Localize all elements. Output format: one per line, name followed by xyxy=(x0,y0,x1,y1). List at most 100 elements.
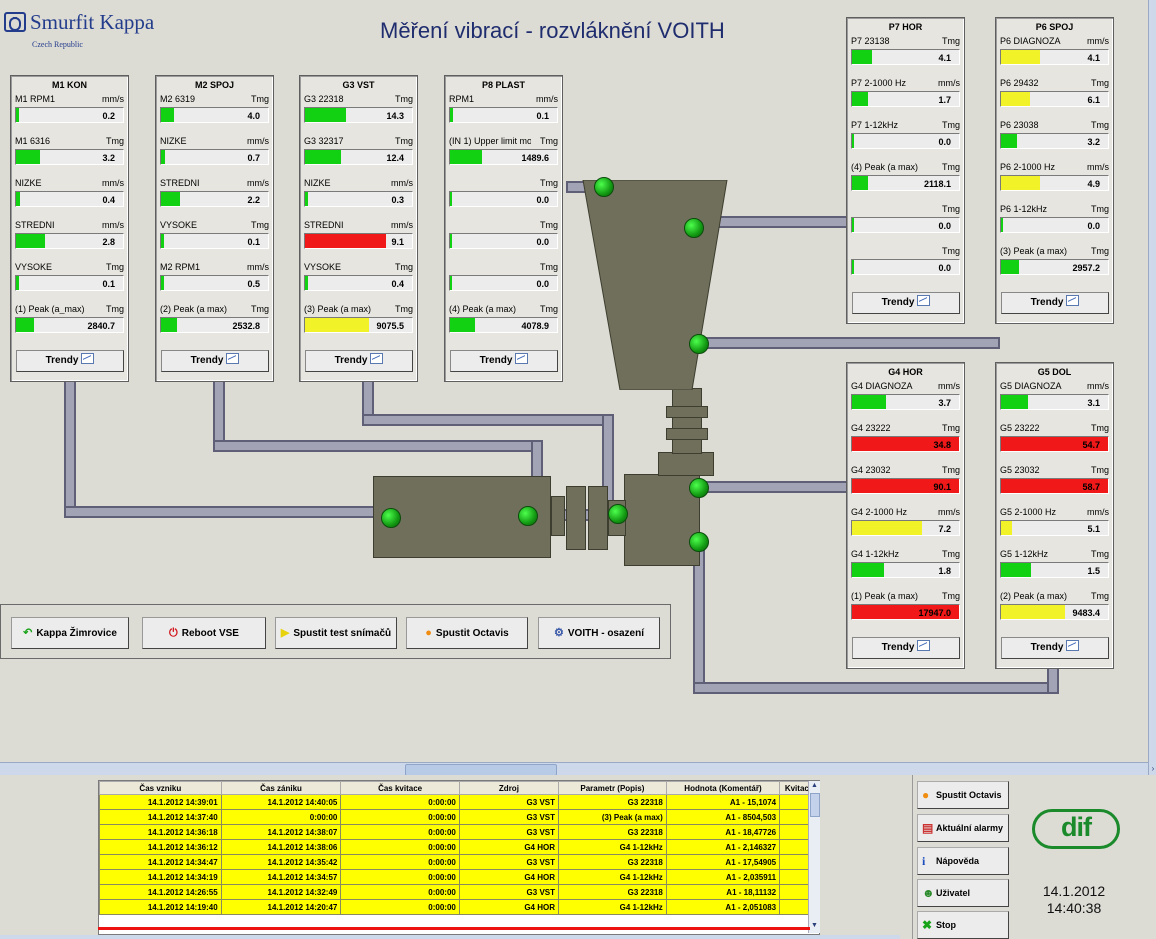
sensor-m1[interactable] xyxy=(381,508,401,528)
measurement-bar[interactable]: 4.9 xyxy=(1000,175,1109,191)
sensor-p8[interactable] xyxy=(594,177,614,197)
uzivatel-button[interactable]: ☻ Uživatel xyxy=(917,879,1009,907)
uzivatel-label: Uživatel xyxy=(936,888,971,898)
measurement-bar[interactable]: 4.1 xyxy=(1000,49,1109,65)
measurement-bar[interactable]: 0.1 xyxy=(15,275,124,291)
measurement-bar[interactable]: 0.7 xyxy=(160,149,269,165)
alarm-table-scroll-thumb[interactable] xyxy=(810,793,820,817)
measurement-bar[interactable]: 3.2 xyxy=(1000,133,1109,149)
trendy-button[interactable]: Trendy xyxy=(16,350,124,372)
measurement-bar[interactable]: 2.8 xyxy=(15,233,124,249)
sensor-g3-shaft[interactable] xyxy=(608,504,628,524)
measurement-bar[interactable]: 0.0 xyxy=(851,217,960,233)
measurement-bar[interactable]: 90.1 xyxy=(851,478,960,494)
side-spustit-octavis-button[interactable]: ● Spustit Octavis xyxy=(917,781,1009,809)
measurement-bar[interactable]: 0.3 xyxy=(304,191,413,207)
trendy-button[interactable]: Trendy xyxy=(161,350,269,372)
vertical-scrollbar[interactable]: › xyxy=(1148,0,1156,775)
measurement-bar[interactable]: 34.8 xyxy=(851,436,960,452)
stop-button[interactable]: ✖ Stop xyxy=(917,911,1009,939)
measurement-bar[interactable]: 0.1 xyxy=(449,107,558,123)
measurement-bar[interactable]: 0.2 xyxy=(15,107,124,123)
alarm-table-scrollbar[interactable]: ▲ ▼ xyxy=(808,781,820,933)
measurement-bar[interactable]: 0.0 xyxy=(449,233,558,249)
horizontal-scrollbar[interactable] xyxy=(0,762,1148,776)
alarm-row[interactable]: 14.1.2012 14:37:40 0:00:00 0:00:00 G3 VST (3… xyxy=(99,809,819,825)
measurement-bar[interactable]: 9483.4 xyxy=(1000,604,1109,620)
measurement-bar[interactable]: 2840.7 xyxy=(15,317,124,333)
measurement-bar[interactable]: 2532.8 xyxy=(160,317,269,333)
measurement-bar[interactable]: 0.0 xyxy=(449,275,558,291)
measurement-bar[interactable]: 9.1 xyxy=(304,233,413,249)
measurement-label: (4) Peak (a max) xyxy=(449,304,517,314)
measurement-bar[interactable]: 0.5 xyxy=(160,275,269,291)
measurement-bar[interactable]: 5.1 xyxy=(1000,520,1109,536)
trendy-button[interactable]: Trendy xyxy=(852,292,960,314)
measurement-bar[interactable]: 0.0 xyxy=(851,133,960,149)
column-header[interactable]: Čas zániku xyxy=(220,781,342,795)
measurement-bar[interactable]: 3.7 xyxy=(851,394,960,410)
measurement-bar[interactable]: 0.0 xyxy=(449,191,558,207)
measurement-bar[interactable]: 4.0 xyxy=(160,107,269,123)
scroll-right-arrow-icon[interactable]: › xyxy=(1149,764,1156,774)
alarm-row[interactable]: 14.1.2012 14:39:01 14.1.2012 14:40:05 0:00… xyxy=(99,794,819,810)
alarm-table-hscroll[interactable] xyxy=(0,935,900,939)
sensor-m2[interactable] xyxy=(518,506,538,526)
measurement-bar[interactable]: 1489.6 xyxy=(449,149,558,165)
column-header[interactable]: Parametr (Popis) xyxy=(558,781,667,795)
measurement-bar[interactable]: 3.1 xyxy=(1000,394,1109,410)
column-header[interactable]: Hodnota (Komentář) xyxy=(665,781,781,795)
scroll-up-icon[interactable]: ▲ xyxy=(809,781,820,791)
measurement-bar[interactable]: 0.1 xyxy=(160,233,269,249)
kappa-zimrovice-button[interactable]: ↶ Kappa Žimrovice xyxy=(11,617,129,649)
sensor-g4[interactable] xyxy=(689,478,709,498)
aktualni-alarmy-button[interactable]: ▤ Aktuální alarmy xyxy=(917,814,1009,842)
measurement-bar[interactable]: 0.0 xyxy=(851,259,960,275)
alarm-row[interactable]: 14.1.2012 14:26:55 14.1.2012 14:32:49 0:00… xyxy=(99,884,819,900)
measurement-bar[interactable]: 2.2 xyxy=(160,191,269,207)
alarm-row[interactable]: 14.1.2012 14:36:12 14.1.2012 14:38:06 0:00… xyxy=(99,839,819,855)
trendy-button[interactable]: Trendy xyxy=(1001,292,1109,314)
alarm-row[interactable]: 14.1.2012 14:34:47 14.1.2012 14:35:42 0:00… xyxy=(99,854,819,870)
measurement-bar[interactable]: 9075.5 xyxy=(304,317,413,333)
column-header[interactable]: Čas vzniku xyxy=(99,781,222,795)
measurement-bar[interactable]: 0.0 xyxy=(1000,217,1109,233)
sensor-p6[interactable] xyxy=(689,334,709,354)
trendy-button[interactable]: Trendy xyxy=(852,637,960,659)
scroll-down-icon[interactable]: ▼ xyxy=(809,921,820,931)
column-header[interactable]: Zdroj xyxy=(458,781,560,795)
measurement-bar[interactable]: 17947.0 xyxy=(851,604,960,620)
sensor-g5[interactable] xyxy=(689,532,709,552)
measurement-bar[interactable]: 4.1 xyxy=(851,49,960,65)
stop-label: Stop xyxy=(936,920,956,930)
trendy-button[interactable]: Trendy xyxy=(305,350,413,372)
trendy-button[interactable]: Trendy xyxy=(1001,637,1109,659)
measurement-bar[interactable]: 12.4 xyxy=(304,149,413,165)
measurement-bar[interactable]: 4078.9 xyxy=(449,317,558,333)
measurement-bar[interactable]: 14.3 xyxy=(304,107,413,123)
measurement-bar[interactable]: 3.2 xyxy=(15,149,124,165)
measurement-bar[interactable]: 58.7 xyxy=(1000,478,1109,494)
measurement-value: 3.1 xyxy=(1087,398,1100,408)
measurement-bar[interactable]: 1.8 xyxy=(851,562,960,578)
napoveda-button[interactable]: i Nápověda xyxy=(917,847,1009,875)
measurement-bar[interactable]: 1.5 xyxy=(1000,562,1109,578)
measurement-bar[interactable]: 0.4 xyxy=(304,275,413,291)
measurement-bar[interactable]: 2957.2 xyxy=(1000,259,1109,275)
measurement-bar[interactable]: 7.2 xyxy=(851,520,960,536)
measurement-bar[interactable]: 0.4 xyxy=(15,191,124,207)
sensor-p7[interactable] xyxy=(684,218,704,238)
voith-osazeni-button[interactable]: ⚙ VOITH - osazení xyxy=(538,617,660,649)
spustit-test-snimacu-button[interactable]: ▶ Spustit test snímačů xyxy=(275,617,397,649)
measurement-bar[interactable]: 1.7 xyxy=(851,91,960,107)
spustit-octavis-button[interactable]: ● Spustit Octavis xyxy=(406,617,528,649)
column-header[interactable]: Čas kvitace xyxy=(340,781,460,795)
measurement-bar[interactable]: 2118.1 xyxy=(851,175,960,191)
trendy-button[interactable]: Trendy xyxy=(450,350,558,372)
alarm-row[interactable]: 14.1.2012 14:19:40 14.1.2012 14:20:47 0:00… xyxy=(99,899,819,915)
measurement-bar[interactable]: 54.7 xyxy=(1000,436,1109,452)
reboot-vse-button[interactable]: ⏻ Reboot VSE xyxy=(142,617,266,649)
alarm-row[interactable]: 14.1.2012 14:36:18 14.1.2012 14:38:07 0:00… xyxy=(99,824,819,840)
alarm-row[interactable]: 14.1.2012 14:34:19 14.1.2012 14:34:57 0:00… xyxy=(99,869,819,885)
measurement-bar[interactable]: 6.1 xyxy=(1000,91,1109,107)
